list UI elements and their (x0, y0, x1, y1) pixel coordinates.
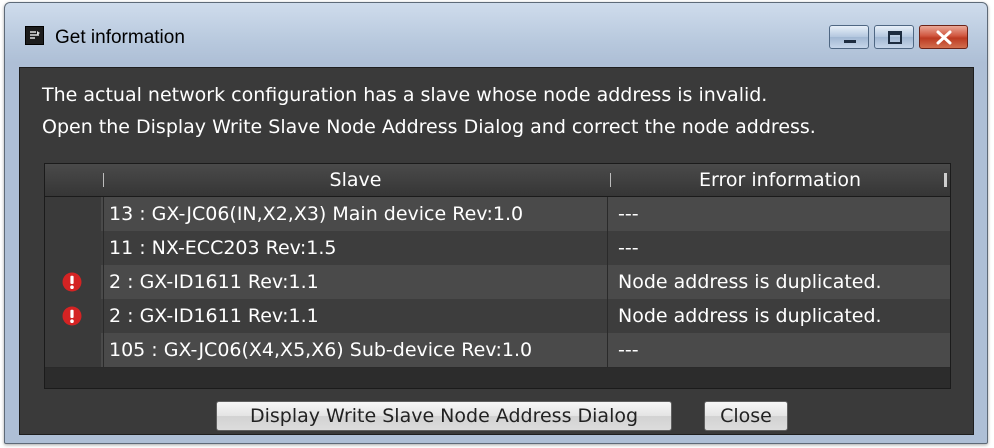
column-header-error-information[interactable]: Error information (610, 164, 950, 196)
get-information-window: Get information The actual network confi… (4, 2, 988, 444)
title-bar[interactable]: Get information (5, 3, 987, 49)
error-icon (62, 272, 82, 292)
column-separator[interactable] (944, 173, 947, 187)
maximize-button[interactable] (874, 25, 914, 49)
table-row[interactable]: 105 : GX-JC06(X4,X5,X6) Sub-device Rev:1… (45, 333, 950, 368)
table-row[interactable]: 11 : NX-ECC203 Rev:1.5 --- (45, 231, 950, 266)
table-row[interactable]: 13 : GX-JC06(IN,X2,X3) Main device Rev:1… (45, 197, 950, 232)
slave-cell: 2 : GX-ID1611 Rev:1.1 (103, 299, 608, 333)
slave-cell: 11 : NX-ECC203 Rev:1.5 (103, 231, 608, 265)
row-icon-cell (45, 265, 101, 299)
minimize-button[interactable] (829, 25, 869, 49)
close-icon (936, 30, 952, 45)
slave-cell: 13 : GX-JC06(IN,X2,X3) Main device Rev:1… (103, 197, 608, 231)
row-icon-cell (45, 231, 101, 265)
error-cell: --- (618, 203, 639, 225)
minimize-icon (844, 40, 856, 43)
error-cell: Node address is duplicated. (618, 271, 882, 293)
error-cell: Node address is duplicated. (618, 305, 882, 327)
slave-table: Slave Error information 13 : GX-JC06(IN,… (44, 163, 951, 389)
display-write-slave-node-address-dialog-button[interactable]: Display Write Slave Node Address Dialog (216, 401, 672, 431)
error-cell: --- (618, 339, 639, 361)
content-panel: The actual network configuration has a s… (19, 67, 974, 435)
error-cell: --- (618, 237, 639, 259)
table-header: Slave Error information (45, 164, 950, 197)
slave-cell: 2 : GX-ID1611 Rev:1.1 (103, 265, 608, 299)
message-line-2: Open the Display Write Slave Node Addres… (42, 116, 816, 138)
column-header-slave[interactable]: Slave (103, 164, 608, 196)
close-window-button[interactable] (919, 25, 968, 49)
table-row[interactable]: 2 : GX-ID1611 Rev:1.1 Node address is du… (45, 265, 950, 300)
app-icon (25, 26, 44, 45)
slave-cell: 105 : GX-JC06(X4,X5,X6) Sub-device Rev:1… (103, 333, 608, 367)
row-icon-cell (45, 333, 101, 367)
maximize-icon (888, 31, 902, 44)
row-icon-cell (45, 197, 101, 231)
error-icon (62, 306, 82, 326)
window-title: Get information (55, 27, 185, 48)
close-button[interactable]: Close (704, 401, 788, 431)
message-line-1: The actual network configuration has a s… (42, 84, 768, 106)
table-row[interactable]: 2 : GX-ID1611 Rev:1.1 Node address is du… (45, 299, 950, 334)
row-icon-cell (45, 299, 101, 333)
